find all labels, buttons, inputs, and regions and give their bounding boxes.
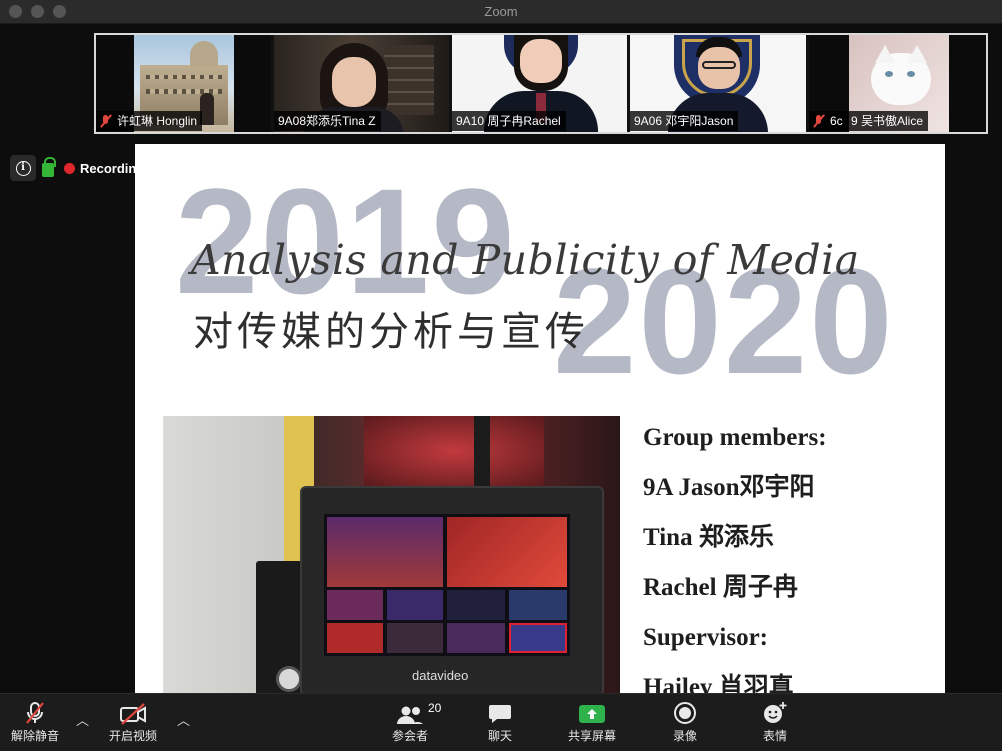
meeting-info-icon[interactable]: i — [10, 155, 36, 181]
supervisor-item: Hailey 肖羽真 — [643, 674, 794, 693]
reactions-button[interactable]: 表情 — [746, 694, 804, 751]
participant-name: 许虹琳 Honglin — [117, 114, 198, 128]
reactions-label: 表情 — [762, 729, 787, 743]
add-reaction-icon — [746, 694, 804, 728]
participant-tile-rachel[interactable]: 9A10 周子冉Rachel — [452, 35, 627, 132]
muted-mic-icon — [4, 694, 66, 728]
zoom-window: Zoom 许虹琳 Honglin 9A08郑添乐Tina Z 9A10 周子冉R… — [0, 0, 1002, 751]
slide-subtitle: 对传媒的分析与宣传 — [193, 309, 589, 355]
title-bar: Zoom — [0, 0, 1002, 24]
participant-name-label: 9 吴书傲Alice — [847, 111, 929, 131]
participant-name: 9A08郑添乐Tina Z — [278, 114, 376, 128]
meeting-toolbar: 解除静音 ︿ 开启视频 ︿ 参会者 20 聊天 共享屏幕 录像 表情 — [0, 693, 1002, 751]
participant-tile-honglin[interactable]: 许虹琳 Honglin — [96, 35, 271, 132]
meeting-status-bar: i Recording — [10, 155, 144, 181]
monitor-brand-label: datavideo — [412, 668, 469, 683]
unmute-button[interactable]: 解除静音 — [4, 694, 66, 751]
participant-name: 6c — [830, 114, 843, 128]
recording-dot-icon — [64, 162, 75, 174]
video-off-icon — [100, 694, 166, 728]
slide-title: Analysis and Publicity of Media — [191, 236, 860, 284]
unmute-label: 解除静音 — [10, 729, 59, 743]
member-item: Tina 郑添乐 — [643, 524, 774, 551]
group-members-list: Group members: 9A Jason邓宇阳 Tina 郑添乐 Rach… — [643, 422, 827, 693]
video-options-chevron-icon[interactable]: ︿ — [177, 710, 190, 729]
members-heading: Group members: — [643, 424, 827, 451]
participant-name-label: 9A08郑添乐Tina Z — [274, 111, 381, 131]
participant-name-label: 9A06 邓宇阳Jason — [630, 111, 739, 131]
chat-bubble-icon — [470, 694, 530, 728]
participant-name-label: 9A10 周子冉Rachel — [452, 111, 566, 131]
participant-name: 9 吴书傲Alice — [851, 114, 924, 128]
record-label: 录像 — [672, 729, 697, 743]
participant-tile-jason[interactable]: 9A06 邓宇阳Jason — [630, 35, 806, 132]
share-screen-button[interactable]: 共享屏幕 — [560, 694, 624, 751]
participant-tile-tina[interactable]: 9A08郑添乐Tina Z — [274, 35, 449, 132]
record-icon — [656, 694, 714, 728]
participant-name: 9A06 邓宇阳Jason — [634, 114, 734, 128]
participant-name-label: 许虹琳 Honglin — [96, 111, 203, 131]
audio-options-chevron-icon[interactable]: ︿ — [76, 710, 89, 729]
chat-label: 聊天 — [487, 729, 512, 743]
record-button[interactable]: 录像 — [656, 694, 714, 751]
slide-photo: datavideo — [163, 416, 620, 693]
chat-button[interactable]: 聊天 — [470, 694, 530, 751]
participants-label: 参会者 — [391, 729, 428, 743]
participant-gallery: 许虹琳 Honglin 9A08郑添乐Tina Z 9A10 周子冉Rachel… — [94, 33, 988, 134]
shared-screen-slide: 2019 2020 Analysis and Publicity of Medi… — [135, 144, 945, 693]
participants-count: 20 — [428, 701, 442, 715]
muted-mic-icon — [100, 115, 112, 127]
member-item: Rachel 周子冉 — [643, 574, 798, 601]
supervisor-heading: Supervisor: — [643, 624, 768, 651]
muted-mic-icon — [813, 115, 825, 127]
encryption-lock-icon[interactable] — [42, 157, 56, 177]
participant-tile-alice[interactable]: 6c 9 吴书傲Alice — [809, 35, 986, 132]
start-video-label: 开启视频 — [108, 729, 157, 743]
share-screen-label: 共享屏幕 — [567, 729, 616, 743]
participant-name: 9A10 周子冉Rachel — [456, 114, 561, 128]
window-title: Zoom — [484, 4, 518, 19]
start-video-button[interactable]: 开启视频 — [100, 694, 166, 751]
member-item: 9A Jason邓宇阳 — [643, 474, 815, 501]
share-screen-icon — [560, 694, 624, 728]
participant-name-label: 6c — [809, 111, 848, 131]
